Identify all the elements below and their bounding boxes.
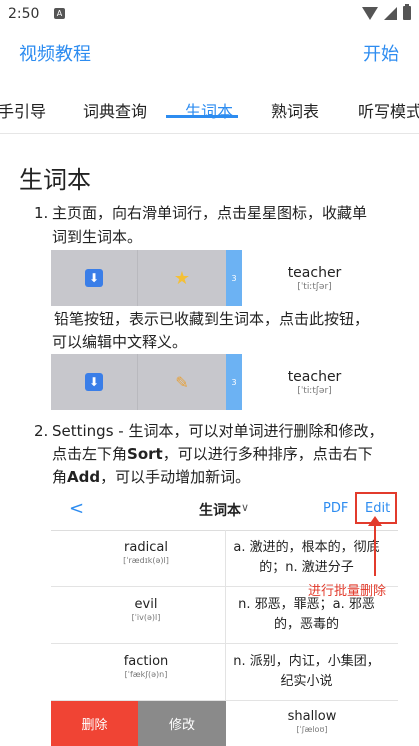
step-1-number: 1. xyxy=(34,204,49,222)
step-2-text: ，可以进行多种排序，点击右下 xyxy=(162,445,373,463)
word-cell: teacher [ˈtiːtʃər] xyxy=(242,354,387,410)
edit-label: Edit xyxy=(365,501,391,516)
word-cell: faction [ˈfækʃ(ə)n] xyxy=(51,654,241,679)
vocabulary-screenshot: < 生词本 ∨ PDF Edit radical [ˈrædɪk(ə)l] a. … xyxy=(51,490,398,746)
tab-vocabulary[interactable]: 生词本 xyxy=(185,98,233,122)
phonetic-text: [ˈfækʃ(ə)n] xyxy=(124,670,168,679)
count-badge: 3 xyxy=(226,250,242,306)
system-icons xyxy=(362,4,411,20)
word-text: faction xyxy=(123,654,169,669)
app-notification-icon: A xyxy=(54,8,65,19)
add-keyword: Add xyxy=(67,468,101,486)
word-cell: shallow [ˈʃæloʊ] xyxy=(226,709,398,734)
signal-icon xyxy=(384,6,397,20)
definition-text: n. 邪恶，罪恶；a. 邪恶的，恶毒的 xyxy=(238,597,375,632)
word-cell: evil [ˈiv(ə)l] xyxy=(51,597,241,622)
star-cell: ★ xyxy=(137,250,226,306)
step-2-number: 2. xyxy=(34,422,49,440)
battery-icon xyxy=(403,4,411,20)
step-2-text: 点击左下角 xyxy=(52,445,128,463)
example-row-pencil: ⬇ ✎ 3 teacher [ˈtiːtʃər] xyxy=(51,354,387,410)
pencil-cell: ✎ xyxy=(137,354,226,410)
step-2-line-3: 角Add，可以手动增加新词。 xyxy=(52,466,250,488)
status-bar: 2:50 A xyxy=(0,0,419,30)
start-button[interactable]: 开始 xyxy=(363,40,399,66)
example-row-star: ⬇ ★ 3 teacher [ˈtiːtʃər] xyxy=(51,250,387,306)
word-text: teacher xyxy=(287,368,342,385)
video-tutorial-title: 视频教程 xyxy=(19,44,91,65)
phonetic-text: [ˈtiːtʃər] xyxy=(297,385,332,396)
step-1-line-1: 主页面，向右滑单词行，点击星星图标，收藏单 xyxy=(52,204,368,222)
table-row: radical [ˈrædɪk(ə)l] a. 激进的，根本的，彻底的；n. 激进… xyxy=(51,530,398,587)
download-cell: ⬇ xyxy=(51,354,137,410)
phonetic-text: [ˈrædɪk(ə)l] xyxy=(123,556,169,565)
phonetic-text: [ˈiv(ə)l] xyxy=(131,613,161,622)
tab-bar: 手引导 词典查询 生词本 熟词表 听写模式 xyxy=(0,86,419,130)
count-badge: 3 xyxy=(226,354,242,410)
star-icon: ★ xyxy=(173,267,191,289)
modify-button: 修改 xyxy=(138,701,226,746)
annotation-arrow xyxy=(374,522,376,576)
tab-guide[interactable]: 手引导 xyxy=(0,98,46,122)
batch-delete-annotation: 进行批量删除 xyxy=(308,584,387,599)
word-text: radical xyxy=(124,540,168,555)
word-cell: radical [ˈrædɪk(ə)l] xyxy=(51,540,241,565)
tab-dictionary[interactable]: 词典查询 xyxy=(83,98,147,122)
table-row: faction [ˈfækʃ(ə)n] n. 派别，内讧，小集团，纪实小说 xyxy=(51,644,398,701)
page-heading: 生词本 xyxy=(19,166,91,194)
tab-known-words[interactable]: 熟词表 xyxy=(271,98,319,122)
step-2-text: 角 xyxy=(52,468,68,486)
step-2-text: ，可以手动增加新词。 xyxy=(100,468,251,486)
status-time: 2:50 xyxy=(8,6,40,22)
download-icon: ⬇ xyxy=(85,269,103,287)
column-divider xyxy=(225,530,226,586)
word-cell: teacher [ˈtiːtʃər] xyxy=(242,250,387,306)
word-text: evil xyxy=(134,597,158,612)
table-row-swiped: 删除 修改 shallow [ˈʃæloʊ] xyxy=(51,701,398,746)
back-chevron-icon: < xyxy=(69,498,85,519)
word-text: shallow xyxy=(287,709,337,724)
sort-keyword: Sort xyxy=(127,445,163,463)
app-bar: 视频教程 开始 xyxy=(0,30,419,74)
step-2-line-1: Settings - 生词本，可以对单词进行删除和修改， xyxy=(52,422,384,440)
column-divider xyxy=(225,587,226,643)
download-cell: ⬇ xyxy=(51,250,137,306)
definition-text: n. 派别，内讧，小集团，纪实小说 xyxy=(233,654,380,689)
screenshot-title: 生词本 xyxy=(199,503,241,519)
pdf-label: PDF xyxy=(323,501,349,516)
chevron-down-icon: ∨ xyxy=(241,501,250,514)
download-icon: ⬇ xyxy=(85,373,103,391)
column-divider xyxy=(225,644,226,700)
definition-text: a. 激进的，根本的，彻底的；n. 激进分子 xyxy=(233,540,380,575)
word-text: teacher xyxy=(287,264,342,281)
step-2-line-2: 点击左下角Sort，可以进行多种排序，点击右下 xyxy=(52,443,373,465)
delete-button: 删除 xyxy=(51,701,138,746)
pencil-line-2: 可以编辑中文释义。 xyxy=(52,333,188,351)
phonetic-text: [ˈʃæloʊ] xyxy=(296,725,328,734)
wifi-icon xyxy=(362,6,378,20)
tab-dictation[interactable]: 听写模式 xyxy=(358,98,419,122)
screenshot-nav-bar: < 生词本 ∨ PDF Edit xyxy=(51,490,398,531)
active-tab-indicator xyxy=(166,115,238,118)
step-1-line-2: 词到生词本。 xyxy=(52,228,143,246)
phonetic-text: [ˈtiːtʃər] xyxy=(297,281,332,292)
pencil-line-1: 铅笔按钮，表示已收藏到生词本，点击此按钮， xyxy=(54,310,370,328)
pencil-icon: ✎ xyxy=(175,372,189,392)
